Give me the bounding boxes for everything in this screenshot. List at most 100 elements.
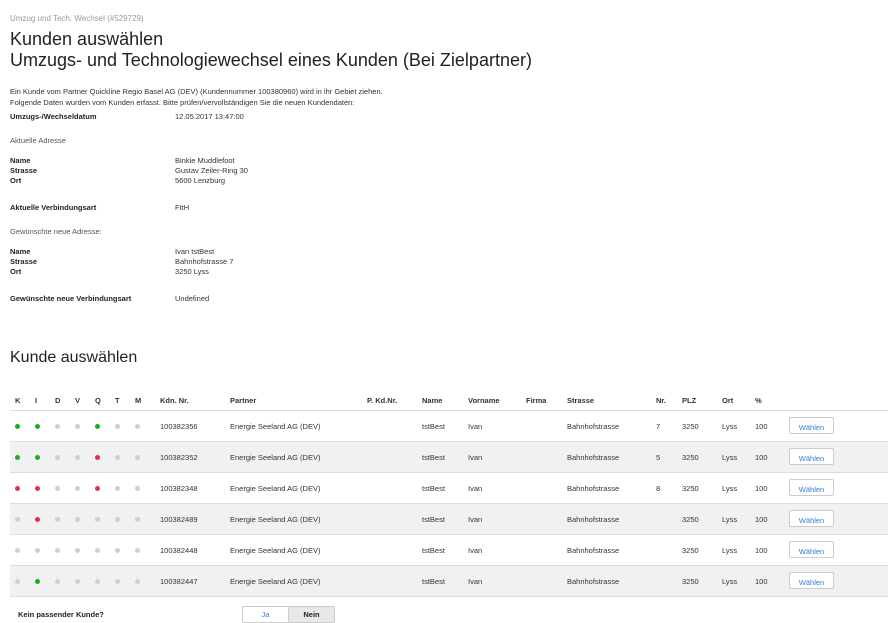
col-header: D: [55, 396, 61, 405]
col-header: %: [755, 396, 762, 405]
col-header: T: [115, 396, 120, 405]
status-dot: [15, 455, 20, 460]
cell-vorname: Ivan: [468, 546, 483, 555]
status-dot: [55, 455, 60, 460]
col-header: Strasse: [567, 396, 595, 405]
cell-vorname: Ivan: [468, 577, 483, 586]
table-header: K I D V Q T M Kdn. Nr. Partner P. Kd.Nr. Name Vorna…: [10, 390, 888, 411]
cell-kdn: 100382352: [160, 453, 198, 462]
select-customer-button[interactable]: Wählen: [789, 448, 834, 465]
new-connection-label: Gewünschte neue Verbindungsart: [10, 294, 132, 303]
cell-name: tstBest: [422, 515, 445, 524]
cell-vorname: Ivan: [468, 453, 483, 462]
new-address-heading: Gewünschte neue Adresse:: [10, 227, 102, 236]
status-dot: [95, 548, 100, 553]
select-customer-button[interactable]: Wählen: [789, 572, 834, 589]
current-address-block: Name Binkie Muddlefoot Strasse Gustav Zeil…: [10, 156, 888, 186]
cell-pct: 100: [755, 577, 768, 586]
col-header: PLZ: [682, 396, 697, 405]
select-customer-heading: Kunde auswählen: [10, 349, 138, 366]
breadcrumb: Umzug und Tech. Wechsel (#529729): [10, 14, 144, 23]
current-address-heading: Aktuelle Adresse: [10, 136, 66, 145]
status-dot: [15, 579, 20, 584]
page-title: Kunden auswählen: [10, 29, 164, 49]
status-dot: [95, 486, 100, 491]
status-dot: [35, 424, 40, 429]
new-street-value: Bahnhofstrasse 7: [175, 257, 234, 266]
cell-pct: 100: [755, 453, 768, 462]
cell-plz: 3250: [682, 422, 699, 431]
status-dot: [115, 455, 120, 460]
new-connection-value: Undefined: [175, 294, 210, 303]
current-street-label: Strasse: [10, 166, 38, 175]
current-connection-value: FttH: [175, 203, 190, 212]
table-row: 100382352 Energie Seeland AG (DEV) tstBest…: [10, 442, 888, 473]
status-dot: [75, 455, 80, 460]
status-dot: [55, 517, 60, 522]
col-header: V: [75, 396, 81, 405]
new-city-label: Ort: [10, 267, 22, 276]
status-dot: [15, 486, 20, 491]
col-header: K: [15, 396, 21, 405]
cell-nr: 8: [656, 484, 661, 493]
table-row: 100382348 Energie Seeland AG (DEV) tstBest…: [10, 473, 888, 504]
page-subtitle: Umzugs- und Technologiewechsel eines Kun…: [10, 50, 532, 70]
date-label: Umzugs-/Wechseldatum: [10, 112, 97, 121]
cell-plz: 3250: [682, 453, 699, 462]
status-dot: [15, 517, 20, 522]
status-dot: [15, 548, 20, 553]
status-dot: [35, 548, 40, 553]
status-dot: [135, 424, 140, 429]
new-address-block: Name Ivan tstBest Strasse Bahnhofstrasse 7…: [10, 247, 888, 277]
select-customer-button[interactable]: Wählen: [789, 510, 834, 527]
current-city-label: Ort: [10, 176, 22, 185]
status-dot: [95, 517, 100, 522]
status-dot: [75, 579, 80, 584]
status-dot: [75, 517, 80, 522]
cell-name: tstBest: [422, 484, 445, 493]
cell-ort: Lyss: [722, 546, 738, 555]
date-value: 12.05.2017 13:47:00: [175, 112, 244, 121]
new-street-label: Strasse: [10, 257, 38, 266]
cell-partner: Energie Seeland AG (DEV): [230, 484, 321, 493]
cell-pct: 100: [755, 422, 768, 431]
new-city-value: 3250 Lyss: [175, 267, 209, 276]
cell-partner: Energie Seeland AG (DEV): [230, 422, 321, 431]
cell-plz: 3250: [682, 484, 699, 493]
current-city-value: 5600 Lenzburg: [175, 176, 226, 185]
cell-kdn: 100382448: [160, 546, 198, 555]
current-connection-row: Aktuelle Verbindungsart FttH: [10, 203, 888, 213]
current-name-value: Binkie Muddlefoot: [175, 156, 235, 165]
current-street-value: Gustav Zeiler-Ring 30: [175, 166, 248, 175]
table-row: 100382448 Energie Seeland AG (DEV) tstBest…: [10, 535, 888, 566]
status-dot: [115, 579, 120, 584]
cell-strasse: Bahnhofstrasse: [567, 453, 620, 462]
cell-strasse: Bahnhofstrasse: [567, 577, 620, 586]
cell-ort: Lyss: [722, 577, 738, 586]
cell-name: tstBest: [422, 577, 445, 586]
cell-kdn: 100382356: [160, 422, 198, 431]
status-dot: [135, 517, 140, 522]
select-customer-button[interactable]: Wählen: [789, 479, 834, 496]
current-connection-label: Aktuelle Verbindungsart: [10, 203, 97, 212]
status-dot: [75, 486, 80, 491]
new-name-value: Ivan tstBest: [175, 247, 215, 256]
status-dot: [35, 579, 40, 584]
col-header: Partner: [230, 396, 257, 405]
yes-option[interactable]: Ja: [243, 607, 288, 622]
no-option[interactable]: Nein: [288, 607, 334, 622]
cell-strasse: Bahnhofstrasse: [567, 422, 620, 431]
status-dot: [135, 548, 140, 553]
status-dot: [55, 424, 60, 429]
cell-partner: Energie Seeland AG (DEV): [230, 577, 321, 586]
table-row: 100382489 Energie Seeland AG (DEV) tstBest…: [10, 504, 888, 535]
intro-text: Ein Kunde vom Partner Quickline Regio Ba…: [10, 87, 383, 107]
select-customer-button[interactable]: Wählen: [789, 541, 834, 558]
status-dot: [115, 486, 120, 491]
cell-pct: 100: [755, 484, 768, 493]
status-dot: [75, 424, 80, 429]
cell-partner: Energie Seeland AG (DEV): [230, 515, 321, 524]
select-customer-button[interactable]: Wählen: [789, 417, 834, 434]
status-dot: [55, 486, 60, 491]
cell-vorname: Ivan: [468, 515, 483, 524]
